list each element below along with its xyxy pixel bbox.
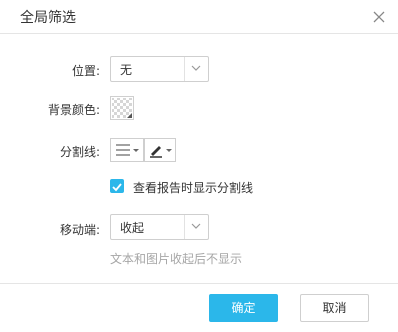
line-style-icon — [116, 144, 139, 156]
cancel-button[interactable]: 取消 — [300, 294, 369, 322]
close-icon[interactable] — [372, 9, 386, 23]
position-select-value: 无 — [120, 63, 133, 77]
confirm-button[interactable]: 确定 — [209, 294, 278, 322]
transparent-color-swatch-icon — [112, 98, 132, 118]
pen-color-icon — [150, 146, 172, 158]
chevron-down-icon — [184, 215, 208, 239]
dialog-footer: 确定 取消 — [0, 283, 398, 332]
dialog-header: 全局筛选 — [0, 0, 398, 34]
mobile-select-value: 收起 — [120, 221, 145, 235]
background-color-label: 背景颜色: — [47, 103, 100, 117]
report-divider-label: 查看报告时显示分割线 — [133, 181, 254, 195]
check-icon — [112, 183, 122, 192]
mobile-label: 移动端: — [59, 223, 100, 237]
position-label: 位置: — [71, 64, 100, 78]
position-select[interactable]: 无 — [110, 56, 209, 82]
divider-color-button[interactable] — [144, 138, 176, 162]
background-color-picker[interactable] — [110, 96, 134, 120]
mobile-hint: 文本和图片收起后不显示 — [110, 252, 243, 266]
report-divider-checkbox[interactable] — [110, 179, 124, 193]
divider-style-button[interactable] — [110, 138, 144, 162]
divider-label: 分割线: — [59, 145, 100, 159]
mobile-select[interactable]: 收起 — [110, 214, 209, 240]
global-filter-dialog: 全局筛选 位置: 无 背景颜色: 分割线: 查看报告时显示分割线 移动端: 收起… — [0, 0, 398, 332]
dialog-title: 全局筛选 — [20, 10, 76, 26]
chevron-down-icon — [184, 57, 208, 81]
